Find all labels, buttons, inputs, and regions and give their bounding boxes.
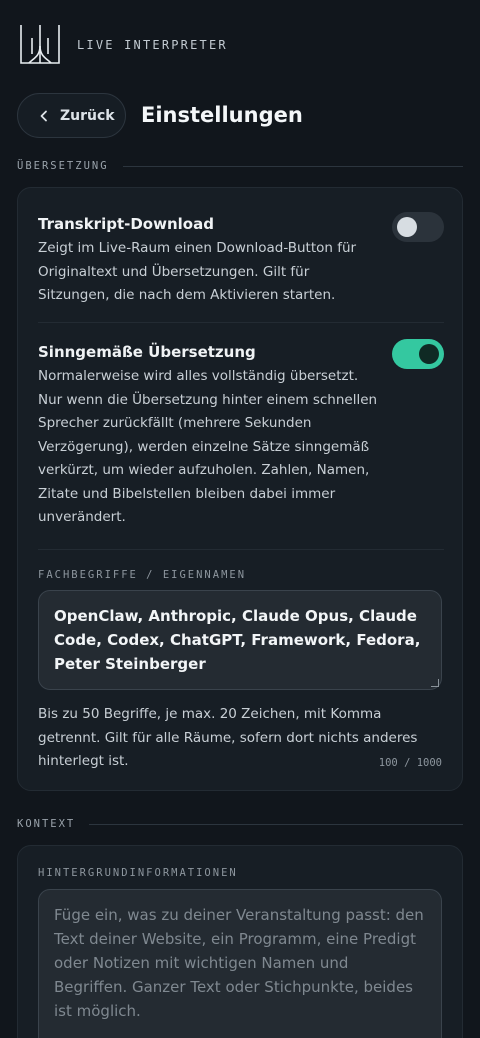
background-placeholder: Füge ein, was zu deiner Veranstaltung pa… xyxy=(54,906,424,1020)
translation-card: Transkript-Download Zeigt im Live-Raum e… xyxy=(17,187,463,791)
section-label: KONTEXT xyxy=(17,818,76,830)
brand: LIVE INTERPRETER xyxy=(20,24,228,64)
setting-transcript-download: Transkript-Download Zeigt im Live-Raum e… xyxy=(38,212,444,308)
terms-textarea[interactable]: OpenClaw, Anthropic, Claude Opus, Claude… xyxy=(38,590,442,690)
setting-title: Transkript-Download xyxy=(38,215,214,233)
terms-value: OpenClaw, Anthropic, Claude Opus, Claude… xyxy=(54,607,421,673)
terms-field-label: FACHBEGRIFFE / EIGENNAMEN xyxy=(38,569,247,581)
background-field-label: HINTERGRUNDINFORMATIONEN xyxy=(38,867,238,879)
settings-page: LIVE INTERPRETER Zurück Einstellungen ÜB… xyxy=(0,0,480,1038)
divider xyxy=(38,322,444,323)
page-title: Einstellungen xyxy=(141,103,303,127)
setting-description: Normalerweise wird alles vollständig übe… xyxy=(38,368,378,525)
back-button-label: Zurück xyxy=(60,107,115,124)
app-logo xyxy=(20,25,60,64)
context-card: HINTERGRUNDINFORMATIONEN Füge ein, was z… xyxy=(17,845,463,1038)
divider xyxy=(38,549,444,550)
setting-title: Sinngemäße Übersetzung xyxy=(38,343,256,361)
toggle-knob xyxy=(419,344,439,364)
section-divider xyxy=(122,165,463,167)
gist-translation-toggle[interactable] xyxy=(392,339,444,369)
setting-gist-translation: Sinngemäße Übersetzung Normalerweise wir… xyxy=(38,339,444,530)
back-button[interactable]: Zurück xyxy=(17,93,126,138)
section-context-heading: KONTEXT xyxy=(17,818,463,830)
transcript-download-toggle[interactable] xyxy=(392,212,444,242)
section-label: ÜBERSETZUNG xyxy=(17,160,109,172)
section-translation-heading: ÜBERSETZUNG xyxy=(17,160,463,172)
background-info-textarea[interactable]: Füge ein, was zu deiner Veranstaltung pa… xyxy=(38,889,442,1038)
toggle-knob xyxy=(397,217,417,237)
terms-char-counter: 100 / 1000 xyxy=(378,757,442,769)
section-divider xyxy=(89,823,463,825)
setting-description: Zeigt im Live-Raum einen Download-Button… xyxy=(38,240,357,303)
app-name: LIVE INTERPRETER xyxy=(77,38,228,52)
resize-handle[interactable] xyxy=(431,679,439,687)
chevron-left-icon xyxy=(40,110,47,121)
